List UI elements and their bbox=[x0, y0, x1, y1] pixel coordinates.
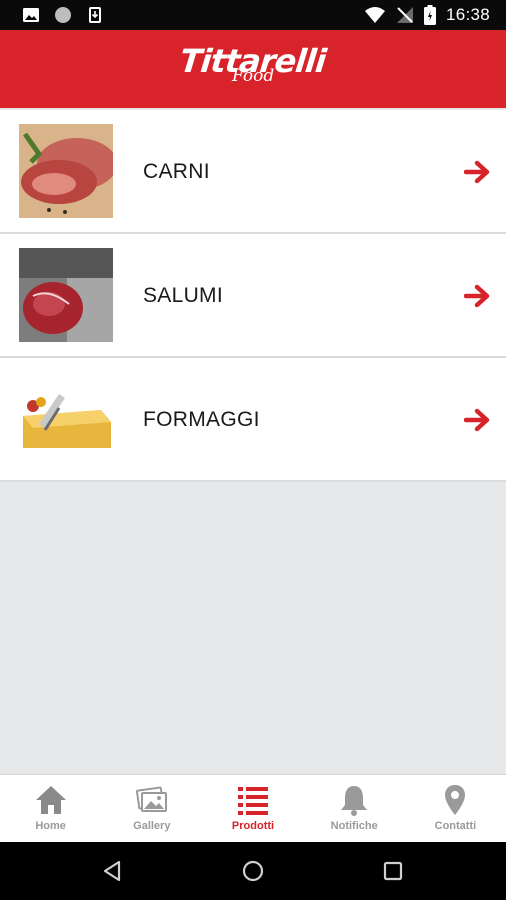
status-bar: 16:38 bbox=[0, 0, 506, 30]
bottom-navigation: Home Gallery Prodotti Notifiche Contatti bbox=[0, 774, 506, 842]
nav-label: Contatti bbox=[434, 820, 477, 832]
app-header: Tittarelli Food bbox=[0, 30, 506, 108]
category-row-carni[interactable]: CARNI bbox=[0, 110, 506, 234]
meat-thumbnail bbox=[19, 124, 113, 218]
home-button-icon[interactable] bbox=[241, 859, 265, 883]
list-icon bbox=[238, 787, 268, 815]
nav-prodotti[interactable]: Prodotti bbox=[202, 775, 303, 842]
cheese-thumbnail bbox=[19, 372, 113, 466]
nav-home[interactable]: Home bbox=[0, 775, 101, 842]
category-list: CARNI SALUMI FORMAGGI bbox=[0, 110, 506, 482]
category-label: SALUMI bbox=[143, 284, 223, 307]
nav-label: Notifiche bbox=[330, 820, 378, 832]
category-label: CARNI bbox=[143, 160, 210, 183]
back-icon[interactable] bbox=[100, 859, 124, 883]
download-notification-icon bbox=[89, 7, 101, 23]
nav-notifiche[interactable]: Notifiche bbox=[304, 775, 405, 842]
image-notification-icon bbox=[23, 8, 39, 22]
battery-icon bbox=[423, 5, 436, 25]
location-pin-icon bbox=[445, 785, 466, 815]
circle-notification-icon bbox=[55, 7, 71, 23]
category-row-salumi[interactable]: SALUMI bbox=[0, 234, 506, 358]
nav-gallery[interactable]: Gallery bbox=[101, 775, 202, 842]
cured-meat-thumbnail bbox=[19, 248, 113, 342]
nav-label: Gallery bbox=[133, 820, 171, 832]
wifi-icon bbox=[364, 7, 385, 23]
no-signal-icon bbox=[396, 7, 413, 23]
category-label: FORMAGGI bbox=[143, 408, 260, 431]
nav-contatti[interactable]: Contatti bbox=[405, 775, 506, 842]
gallery-icon bbox=[135, 786, 167, 812]
arrow-right-icon bbox=[464, 160, 490, 184]
nav-label: Home bbox=[35, 820, 66, 832]
brand-subtitle: Food bbox=[232, 66, 275, 86]
arrow-right-icon bbox=[464, 408, 490, 432]
recents-icon[interactable] bbox=[381, 859, 405, 883]
clock: 16:38 bbox=[445, 5, 490, 24]
home-icon bbox=[35, 786, 66, 814]
arrow-right-icon bbox=[464, 284, 490, 308]
bell-icon bbox=[341, 786, 368, 816]
category-row-formaggi[interactable]: FORMAGGI bbox=[0, 358, 506, 482]
nav-label: Prodotti bbox=[231, 820, 275, 832]
system-navigation-bar bbox=[0, 842, 506, 900]
